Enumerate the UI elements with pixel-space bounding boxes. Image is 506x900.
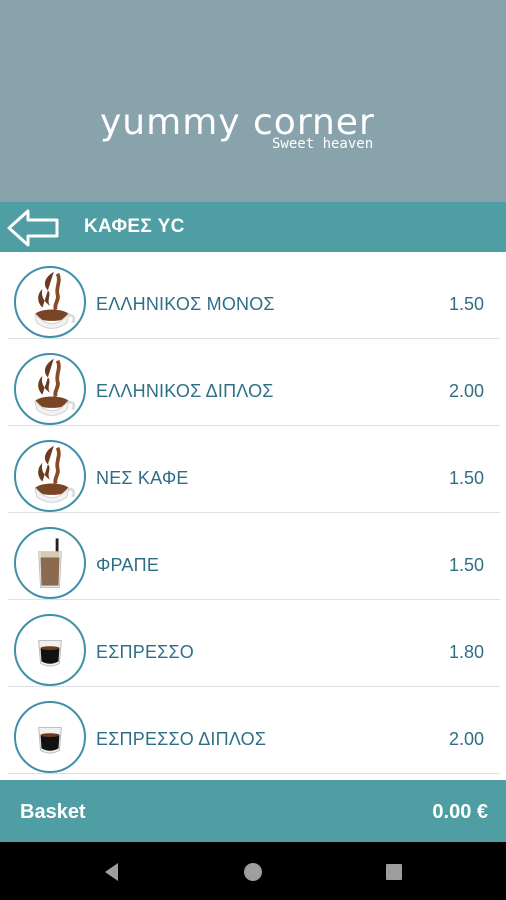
product-row-espresso[interactable]: ΕΣΠΡΕΣΣΟ 1.80 [8, 600, 500, 687]
logo-tagline: Sweet heaven [272, 136, 374, 152]
product-row-nescafe[interactable]: ΝΕΣ ΚΑΦΕ 1.50 [8, 426, 500, 513]
product-row-greek-single[interactable]: ΕΛΛΗΝΙΚΟΣ ΜΟΝΟΣ 1.50 [8, 252, 500, 339]
product-name: ΦΡΑΠΕ [96, 555, 160, 575]
product-price: 2.00 [448, 729, 484, 749]
product-name: ΕΣΠΡΕΣΣΟ ΔΙΠΛΟΣ [96, 729, 267, 749]
product-row-frappe[interactable]: ΦΡΑΠΕ 1.50 [8, 513, 500, 600]
product-price: 2.00 [448, 381, 484, 401]
coffee-splash-image [14, 440, 86, 512]
recents-square-icon[interactable] [382, 860, 406, 884]
product-name: ΕΛΛΗΝΙΚΟΣ ΔΙΠΛΟΣ [96, 381, 274, 401]
product-row-espresso-double[interactable]: ΕΣΠΡΕΣΣΟ ΔΙΠΛΟΣ 2.00 [8, 687, 500, 774]
back-arrow-button[interactable] [6, 208, 60, 248]
back-triangle-icon[interactable] [100, 860, 124, 884]
yummy-corner-logo: yummy corner Sweet heaven [100, 104, 410, 164]
product-price: 1.80 [448, 642, 484, 662]
system-navigation-bar [0, 842, 506, 900]
product-price: 1.50 [448, 468, 484, 488]
product-name: ΕΛΛΗΝΙΚΟΣ ΜΟΝΟΣ [96, 294, 275, 314]
product-list[interactable]: ΕΛΛΗΝΙΚΟΣ ΜΟΝΟΣ 1.50 ΕΛΛΗΝΙΚΟΣ ΔΙΠΛΟΣ 2.… [0, 252, 506, 780]
product-price: 1.50 [448, 555, 484, 575]
page-title: ΚΑΦΕΣ YC [84, 216, 185, 237]
product-price: 1.50 [448, 294, 484, 314]
basket-total: 0.00 € [432, 801, 488, 823]
brand-header: yummy corner Sweet heaven [0, 0, 506, 202]
home-circle-icon[interactable] [241, 860, 265, 884]
category-titlebar: ΚΑΦΕΣ YC [0, 202, 506, 252]
arrow-left-icon [7, 209, 59, 247]
greek-coffee-splash-image [14, 353, 86, 425]
product-name: ΕΣΠΡΕΣΣΟ [96, 642, 194, 662]
basket-bar[interactable]: Basket 0.00 € [0, 780, 506, 842]
greek-coffee-splash-image [14, 266, 86, 338]
espresso-glass-image [14, 614, 86, 686]
product-name: ΝΕΣ ΚΑΦΕ [96, 468, 189, 488]
espresso-glass-image [14, 701, 86, 773]
product-row-greek-double[interactable]: ΕΛΛΗΝΙΚΟΣ ΔΙΠΛΟΣ 2.00 [8, 339, 500, 426]
frappe-glass-image [14, 527, 86, 599]
basket-label: Basket [20, 801, 86, 823]
